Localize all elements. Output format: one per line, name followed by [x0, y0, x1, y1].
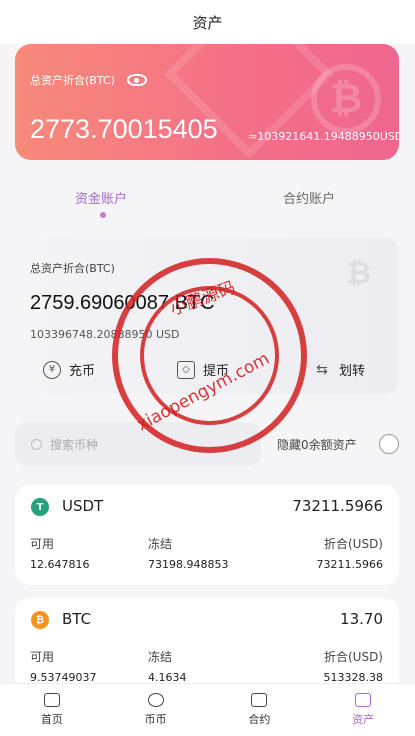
nav-spot[interactable]: 币币: [104, 684, 208, 736]
tab-funding-account[interactable]: 资金账户: [75, 188, 127, 207]
funding-usd: 103396748.20888950 USD: [30, 328, 180, 341]
coin-value: 73211.5966: [292, 497, 383, 515]
eye-icon[interactable]: [126, 74, 147, 86]
nav-spot-label: 币币: [144, 713, 167, 726]
spot-icon: [147, 693, 164, 707]
withdraw-button[interactable]: ◇ 提币: [177, 360, 229, 379]
btc-decor-icon: ₿: [346, 255, 372, 291]
funding-amount: 2759.69060087 BTC: [30, 292, 215, 314]
home-icon: [43, 693, 60, 707]
funding-label: 总资产折合(BTC): [30, 262, 115, 275]
search-icon: [31, 438, 42, 450]
wallet-icon: [355, 693, 372, 707]
transfer-label: 划转: [339, 364, 366, 379]
transfer-button[interactable]: ⇆ 划转: [313, 360, 366, 380]
coin-name: BTC: [62, 610, 92, 628]
frozen-header: 冻结: [148, 650, 173, 664]
search-input[interactable]: 搜索币种: [15, 422, 261, 466]
btc-watermark-icon: ₿: [311, 64, 381, 134]
deposit-icon: ¥: [43, 360, 61, 379]
search-row: 搜索币种 隐藏0余额资产: [15, 422, 399, 466]
available-value: 12.647816: [30, 558, 90, 571]
transfer-icon: ⇆: [316, 361, 328, 378]
tab-contract-account[interactable]: 合约账户: [283, 188, 335, 207]
frozen-header: 冻结: [148, 537, 173, 551]
hide-zero-checkbox[interactable]: [379, 434, 399, 454]
deposit-button[interactable]: ¥ 充币: [43, 360, 95, 379]
total-assets-usd: ≈103921641.19488950USD: [248, 130, 399, 143]
nav-assets[interactable]: 资产: [311, 684, 415, 736]
account-tabs: 资金账户 合约账户: [0, 180, 415, 220]
total-assets-card: ₿ 总资产折合(BTC) 2773.70015405 ≈103921641.19…: [15, 44, 399, 160]
page-header: 资产: [0, 0, 415, 44]
nav-home-label: 首页: [40, 713, 63, 726]
search-placeholder: 搜索币种: [50, 437, 99, 452]
btc-icon: ₿: [31, 611, 49, 629]
available-header: 可用: [30, 537, 55, 551]
deposit-label: 充币: [69, 364, 96, 379]
nav-contract[interactable]: 合约: [208, 684, 312, 736]
bottom-nav: 首页 币币 合约 资产: [0, 683, 415, 736]
total-assets-btc: 2773.70015405: [30, 114, 218, 144]
coin-name: USDT: [62, 497, 104, 515]
funding-account-card: ₿ 总资产折合(BTC) 2759.69060087 BTC 103396748…: [15, 238, 399, 394]
total-assets-label: 总资产折合(BTC): [30, 74, 115, 87]
nav-contract-label: 合约: [248, 713, 271, 726]
withdraw-icon: ◇: [177, 360, 195, 379]
available-header: 可用: [30, 650, 55, 664]
contract-icon: [251, 693, 268, 707]
usd-header: 折合(USD): [323, 537, 383, 551]
coin-value: 13.70: [340, 610, 383, 628]
hide-zero-label: 隐藏0余额资产: [277, 438, 357, 452]
active-tab-indicator: [100, 212, 106, 218]
nav-home[interactable]: 首页: [0, 684, 104, 736]
nav-assets-label: 资产: [352, 713, 375, 726]
page-title: 资产: [192, 13, 223, 32]
usdt-icon: T: [31, 498, 49, 516]
usd-value: 73211.5966: [316, 558, 383, 571]
withdraw-label: 提币: [203, 364, 230, 379]
account-actions: ¥ 充币 ◇ 提币 ⇆ 划转: [15, 360, 399, 384]
frozen-value: 73198.948853: [148, 558, 229, 571]
total-assets-label-row: 总资产折合(BTC): [30, 72, 147, 88]
coin-card-usdt[interactable]: T USDT 73211.5966 可用 冻结 折合(USD) 12.64781…: [15, 485, 399, 585]
usd-header: 折合(USD): [323, 650, 383, 664]
